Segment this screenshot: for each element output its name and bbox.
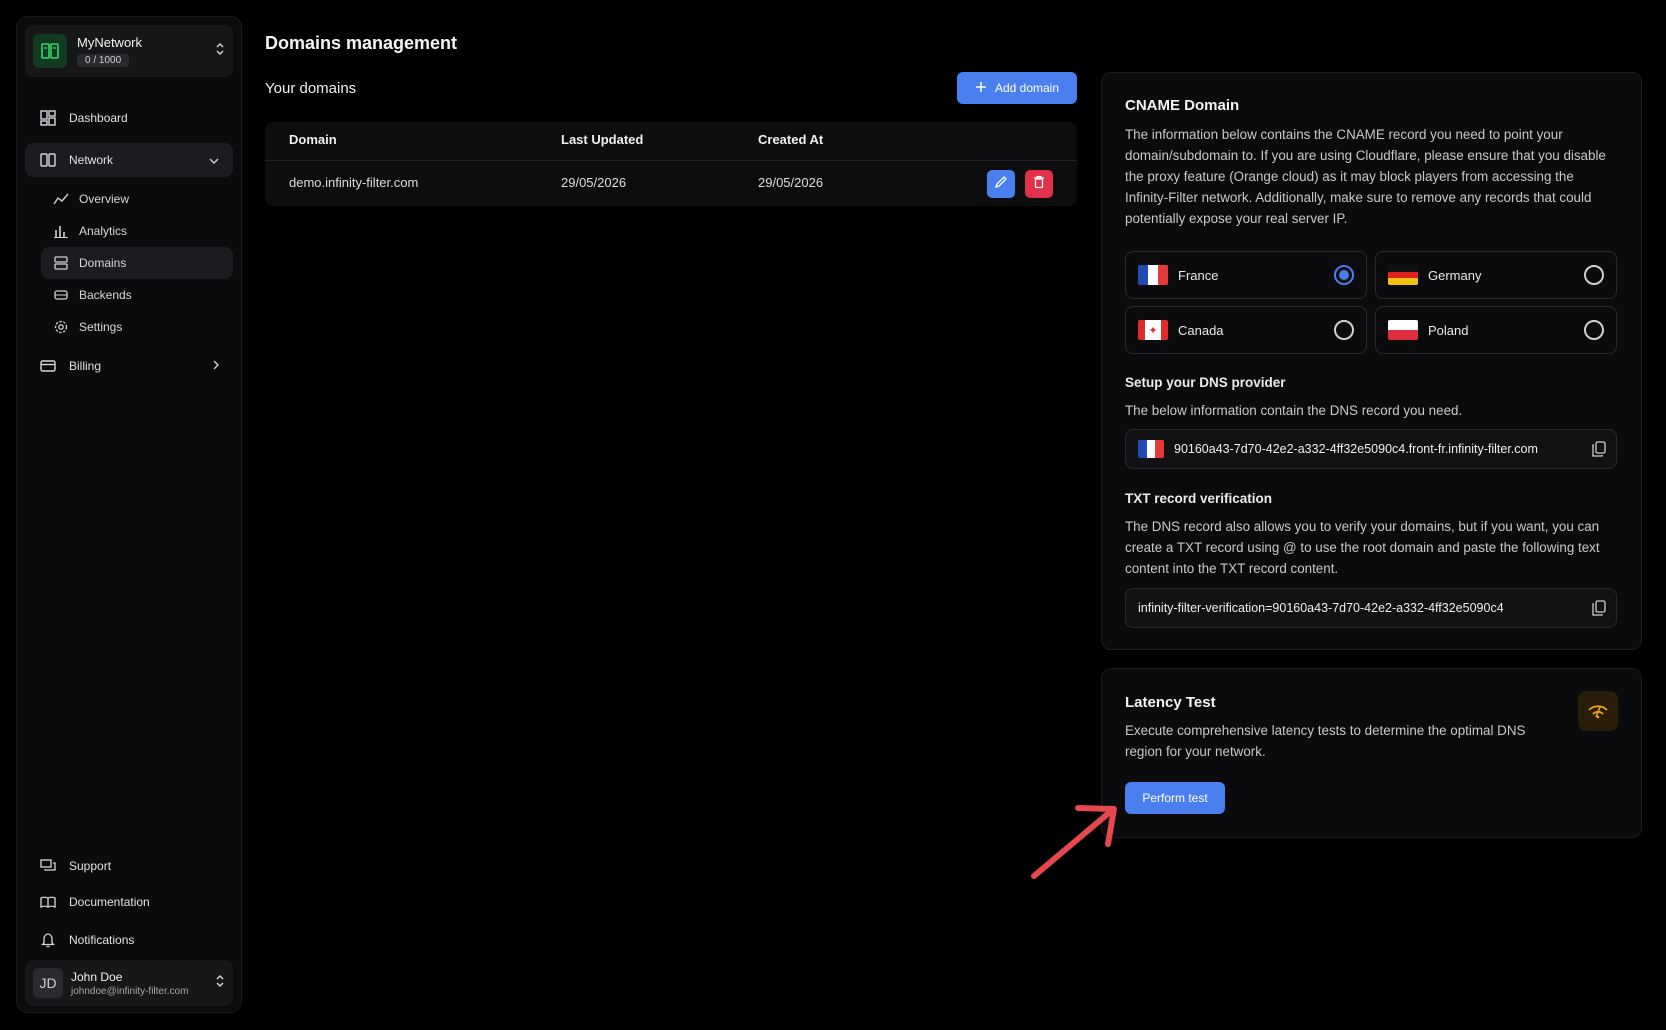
- region-radio[interactable]: [1584, 320, 1604, 340]
- txt-description: The DNS record also allows you to verify…: [1125, 519, 1600, 576]
- dns-record-field[interactable]: 90160a43-7d70-42e2-a332-4ff32e5090c4.fro…: [1125, 429, 1617, 469]
- poland-flag-icon: [1388, 320, 1418, 340]
- region-label: Poland: [1428, 322, 1469, 338]
- sidebar-item-label: Domains: [79, 256, 127, 270]
- perform-test-button[interactable]: Perform test: [1125, 782, 1225, 814]
- sidebar-item-backends[interactable]: Backends: [41, 279, 233, 311]
- chevron-right-icon: [213, 359, 219, 373]
- txt-title: TXT record verification: [1125, 491, 1273, 506]
- user-name: John Doe: [71, 969, 123, 984]
- txt-record-field[interactable]: infinity-filter-verification=90160a43-7d…: [1125, 588, 1617, 628]
- section-title: Your domains: [265, 80, 357, 97]
- column-header-last-updated: Last Updated: [561, 132, 644, 147]
- annotation-arrow-icon: [1031, 805, 1117, 879]
- france-flag-icon: [1138, 265, 1168, 285]
- sidebar-item-billing[interactable]: Billing: [25, 349, 233, 383]
- canada-flag-icon: ✦: [1138, 320, 1168, 340]
- column-header-domain: Domain: [289, 132, 337, 147]
- latency-description: Execute comprehensive latency tests to d…: [1125, 723, 1526, 759]
- edit-domain-button[interactable]: [987, 170, 1015, 198]
- chevrons-up-down-icon: [215, 41, 225, 62]
- sidebar-item-support[interactable]: Support: [25, 849, 233, 883]
- sidebar-item-label: Settings: [79, 320, 123, 334]
- region-option-france[interactable]: France: [1125, 251, 1367, 299]
- region-label: France: [1178, 267, 1219, 283]
- region-option-poland[interactable]: Poland: [1375, 306, 1617, 354]
- page-title: Domains management: [265, 33, 458, 53]
- chevrons-up-down-icon: [215, 973, 225, 994]
- network-logo-icon: [33, 34, 67, 68]
- trend-icon: [53, 191, 69, 207]
- copy-icon[interactable]: [1592, 600, 1606, 616]
- region-label: Canada: [1178, 322, 1224, 338]
- sidebar-item-label: Overview: [79, 192, 130, 206]
- germany-flag-icon: [1388, 265, 1418, 285]
- sidebar-item-label: Dashboard: [69, 111, 128, 125]
- server-icon: [53, 255, 69, 271]
- copy-icon[interactable]: [1592, 441, 1606, 457]
- table-cell-created: 29/05/2026: [758, 175, 824, 190]
- user-menu[interactable]: JD John Doe johndoe@infinity-filter.com: [25, 960, 233, 1006]
- table-divider: [265, 160, 1077, 161]
- network-switcher[interactable]: MyNetwork 0 / 1000: [25, 25, 233, 77]
- latency-card: Latency Test Execute comprehensive laten…: [1101, 668, 1642, 838]
- cname-description: The information below contains the CNAME…: [1125, 127, 1606, 226]
- trash-icon: [1033, 175, 1045, 194]
- sidebar-item-settings[interactable]: Settings: [41, 311, 233, 343]
- dashboard-icon: [39, 109, 57, 127]
- network-usage-badge: 0 / 1000: [77, 53, 130, 67]
- add-domain-label: Add domain: [994, 81, 1060, 95]
- region-option-germany[interactable]: Germany: [1375, 251, 1617, 299]
- column-header-created-at: Created At: [758, 132, 824, 147]
- region-radio[interactable]: [1334, 265, 1354, 285]
- network-name: MyNetwork: [77, 34, 143, 50]
- sidebar-item-documentation[interactable]: Documentation: [25, 885, 233, 919]
- sidebar-item-overview[interactable]: Overview: [41, 183, 233, 215]
- domains-table: Domain Last Updated Created At demo.infi…: [265, 122, 1077, 206]
- cname-title: CNAME Domain: [1125, 97, 1240, 114]
- book-icon: [39, 893, 57, 911]
- pencil-icon: [994, 175, 1008, 194]
- region-radio[interactable]: [1334, 320, 1354, 340]
- sidebar-item-notifications[interactable]: Notifications: [25, 923, 233, 957]
- txt-record-value: infinity-filter-verification=90160a43-7d…: [1138, 601, 1504, 615]
- plus-icon: [975, 81, 987, 96]
- sidebar-item-label: Documentation: [69, 895, 150, 909]
- dns-record-value: 90160a43-7d70-42e2-a332-4ff32e5090c4.fro…: [1174, 442, 1538, 456]
- drive-icon: [53, 287, 69, 303]
- france-flag-icon: [1138, 440, 1164, 458]
- table-cell-domain: demo.infinity-filter.com: [289, 175, 419, 190]
- chat-icon: [39, 857, 57, 875]
- avatar: JD: [33, 968, 63, 998]
- sidebar-item-domains[interactable]: Domains: [41, 247, 233, 279]
- bar-chart-icon: [53, 223, 69, 239]
- table-cell-updated: 29/05/2026: [561, 175, 627, 190]
- region-radio[interactable]: [1584, 265, 1604, 285]
- latency-title: Latency Test: [1125, 694, 1216, 711]
- network-icon: [39, 151, 57, 169]
- dns-title: Setup your DNS provider: [1125, 375, 1286, 390]
- signal-icon: [1578, 691, 1618, 731]
- user-email: johndoe@infinity-filter.com: [71, 985, 189, 997]
- chevron-down-icon: [209, 153, 219, 167]
- sidebar-item-network[interactable]: Network: [25, 143, 233, 177]
- sidebar-item-label: Billing: [69, 359, 102, 373]
- sidebar-item-label: Network: [69, 153, 114, 167]
- sidebar-item-label: Analytics: [79, 224, 128, 238]
- dns-description: The below information contain the DNS re…: [1125, 403, 1463, 418]
- add-domain-button[interactable]: Add domain: [957, 72, 1077, 104]
- cname-card: CNAME Domain The information below conta…: [1101, 72, 1642, 650]
- sidebar-item-label: Support: [69, 859, 112, 873]
- delete-domain-button[interactable]: [1025, 170, 1053, 198]
- sidebar-item-dashboard[interactable]: Dashboard: [25, 101, 233, 135]
- region-option-canada[interactable]: ✦ Canada: [1125, 306, 1367, 354]
- region-label: Germany: [1428, 267, 1482, 283]
- gear-icon: [53, 319, 69, 335]
- sidebar-item-label: Notifications: [69, 933, 135, 947]
- bell-icon: [39, 931, 57, 949]
- sidebar: MyNetwork 0 / 1000 Dashboard Network Ove…: [16, 16, 242, 1013]
- sidebar-item-label: Backends: [79, 288, 132, 302]
- sidebar-item-analytics[interactable]: Analytics: [41, 215, 233, 247]
- credit-card-icon: [39, 357, 57, 375]
